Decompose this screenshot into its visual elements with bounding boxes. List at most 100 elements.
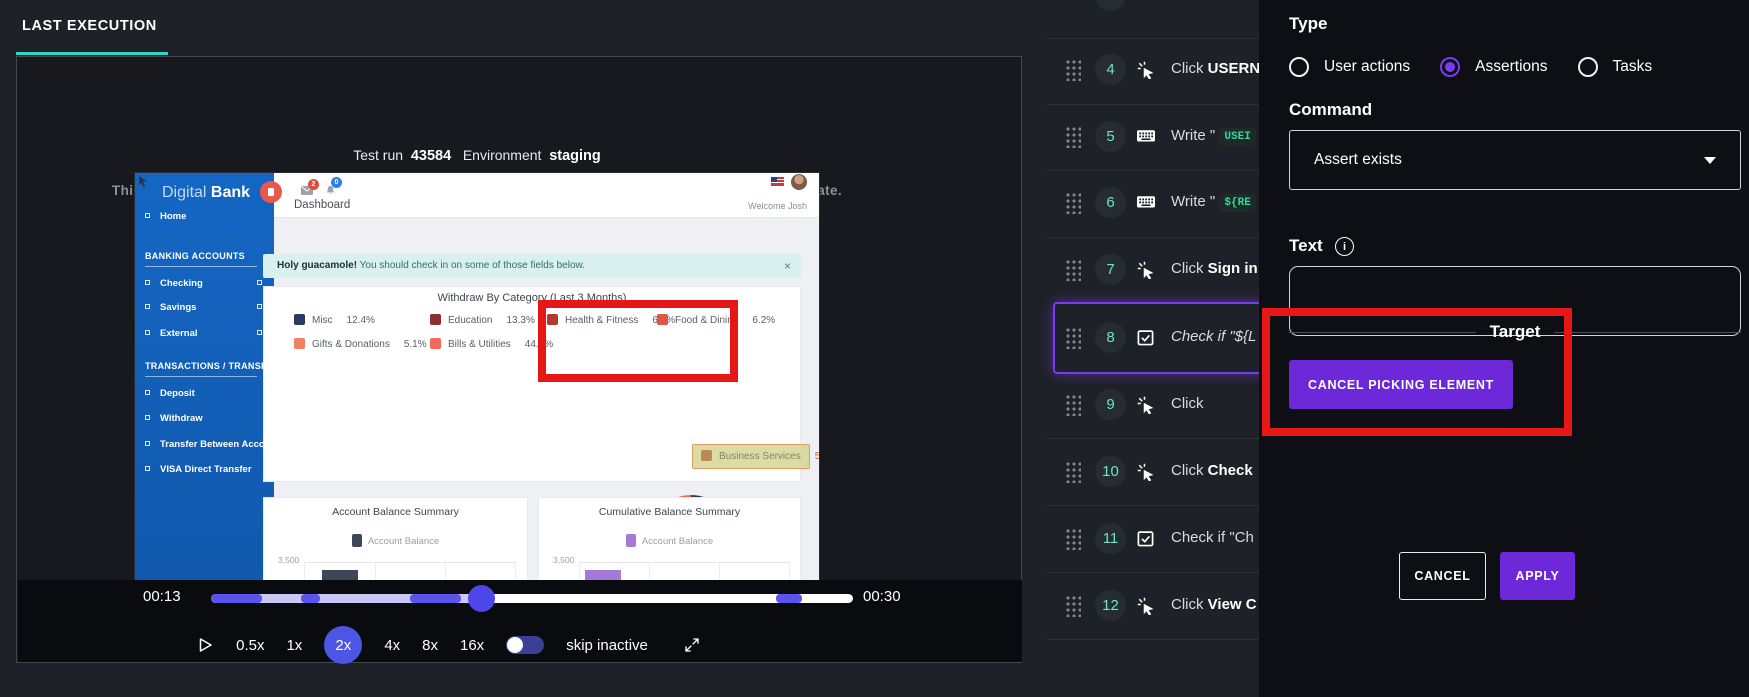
annotation-box-legend — [538, 300, 738, 382]
legend-business-services: Business Services5.2% — [701, 450, 819, 462]
video-player-bar: 00:13 00:30 0.5x 1x 2x 4x 8x 16x skip in… — [18, 580, 1022, 664]
step-number: 6 — [1095, 187, 1126, 218]
test-run-value: 43584 — [410, 148, 452, 164]
square-bullet-icon — [145, 415, 150, 420]
square-bullet-icon — [145, 304, 150, 309]
command-value: Assert exists — [1314, 151, 1402, 168]
square-bullet-icon — [145, 441, 150, 446]
cursor-click-icon — [1137, 261, 1154, 279]
step-number: 9 — [1095, 389, 1126, 420]
speed-8x[interactable]: 8x — [422, 637, 438, 654]
command-select[interactable]: Assert exists — [1289, 130, 1741, 190]
radio-circle-icon — [1289, 57, 1309, 77]
y-axis-label: 3,500 — [278, 555, 300, 565]
card-title: Cumulative Balance Summary — [598, 506, 741, 518]
legend-education: Education 13.3% — [430, 314, 535, 326]
drag-handle-icon[interactable] — [1065, 59, 1081, 81]
tab-last-execution[interactable]: LAST EXECUTION — [22, 18, 157, 34]
square-bullet-icon — [145, 330, 150, 335]
bar-account-balance — [322, 570, 358, 580]
legend-gifts-donations: Gifts & Donations 5.1% — [294, 338, 427, 350]
type-radio-group: User actions Assertions Tasks — [1289, 57, 1652, 77]
square-bullet-icon — [145, 280, 150, 285]
step-number: 7 — [1095, 254, 1126, 285]
radio-circle-icon — [1577, 57, 1598, 77]
square-bullet-icon — [257, 304, 262, 309]
square-bullet-icon — [145, 213, 150, 218]
sidebar-item-checking[interactable]: Checking — [145, 278, 203, 289]
legend-misc: Misc 12.4% — [294, 314, 375, 326]
page-title: Dashboard — [294, 199, 351, 211]
keyboard-icon — [1137, 130, 1155, 142]
bar-account-balance — [585, 570, 621, 580]
fullscreen-icon[interactable] — [684, 637, 700, 653]
alert-banner: Holy guacamole! You should check in on s… — [263, 254, 801, 278]
radio-assertions-selected[interactable]: Assertions — [1440, 57, 1548, 77]
annotation-box-target — [1262, 308, 1572, 436]
step-number: 4 — [1095, 54, 1126, 85]
cumulative-balance-card: Cumulative Balance Summary Account Balan… — [538, 497, 801, 580]
cursor-click-icon — [1137, 396, 1154, 414]
step-number: 11 — [1095, 523, 1126, 554]
sidebar-item-home[interactable]: Home — [145, 211, 186, 222]
elapsed-time: 00:13 — [143, 588, 181, 605]
flag-icon — [771, 177, 784, 186]
radio-tasks[interactable]: Tasks — [1577, 57, 1652, 77]
step-3-partial — [1095, 0, 1126, 11]
sidebar-section-banking: BANKING ACCOUNTS — [145, 251, 245, 261]
drag-handle-icon[interactable] — [1065, 259, 1081, 281]
speed-0-5x[interactable]: 0.5x — [236, 637, 264, 654]
cancel-button[interactable]: CANCEL — [1399, 552, 1486, 600]
radio-user-actions[interactable]: User actions — [1289, 57, 1410, 77]
speed-2x-active[interactable]: 2x — [324, 626, 363, 664]
card-title: Account Balance Summary — [332, 506, 459, 518]
info-icon[interactable]: i — [1335, 237, 1354, 256]
drag-handle-icon[interactable] — [1065, 126, 1081, 148]
sidebar-item-visa-direct-transfer[interactable]: VISA Direct Transfer — [145, 464, 252, 475]
bank-sidebar: Digital Bank Home BANKING ACCOUNTS Check… — [135, 173, 286, 580]
text-heading: Text — [1289, 236, 1323, 255]
y-axis-label: 3,500 — [553, 555, 575, 565]
environment-label: Environment — [462, 147, 542, 163]
alert-close-icon[interactable]: × — [784, 259, 791, 273]
skip-inactive-toggle[interactable] — [506, 636, 545, 654]
cursor-click-icon — [1137, 597, 1154, 615]
timeline-scrubber[interactable] — [211, 585, 853, 612]
sidebar-item-deposit[interactable]: Deposit — [145, 388, 195, 399]
sidebar-item-external[interactable]: External — [145, 328, 198, 339]
scrubber-thumb[interactable] — [467, 585, 495, 612]
step-number: 5 — [1095, 121, 1126, 152]
speed-4x[interactable]: 4x — [384, 637, 400, 654]
drag-handle-icon[interactable] — [1065, 595, 1081, 617]
drag-handle-icon[interactable] — [1065, 528, 1081, 550]
step-number: 12 — [1095, 590, 1126, 621]
apply-button[interactable]: APPLY — [1500, 552, 1575, 600]
square-bullet-icon — [145, 390, 150, 395]
step-number: 10 — [1095, 456, 1126, 487]
tab-active-underline — [16, 52, 168, 55]
card-legend: Account Balance — [539, 534, 800, 547]
sidebar-item-savings[interactable]: Savings — [145, 302, 196, 313]
mail-badge: 2 — [308, 179, 319, 190]
radio-selected-icon — [1440, 57, 1461, 77]
chevron-down-icon — [1704, 156, 1716, 164]
avatar[interactable] — [791, 174, 807, 190]
drag-handle-icon[interactable] — [1065, 461, 1081, 483]
drag-handle-icon[interactable] — [1065, 327, 1081, 349]
square-bullet-icon — [145, 466, 150, 471]
variable-chip: USEI — [1219, 128, 1256, 146]
square-bullet-icon — [257, 280, 262, 285]
speed-16x[interactable]: 16x — [460, 637, 484, 654]
variable-chip: ${RE — [1219, 194, 1256, 212]
speed-1x[interactable]: 1x — [286, 637, 302, 654]
environment-value: staging — [549, 148, 601, 164]
bell-badge: 0 — [331, 177, 342, 188]
recording-cursor-marker — [260, 181, 282, 203]
check-square-icon — [1137, 330, 1154, 346]
sidebar-item-withdraw[interactable]: Withdraw — [145, 413, 203, 424]
test-editor-app: LAST EXECUTION Test run 43584 Environmen… — [0, 0, 1749, 697]
drag-handle-icon[interactable] — [1065, 394, 1081, 416]
drag-handle-icon[interactable] — [1065, 192, 1081, 214]
command-heading: Command — [1289, 100, 1373, 119]
play-icon[interactable] — [196, 636, 214, 654]
